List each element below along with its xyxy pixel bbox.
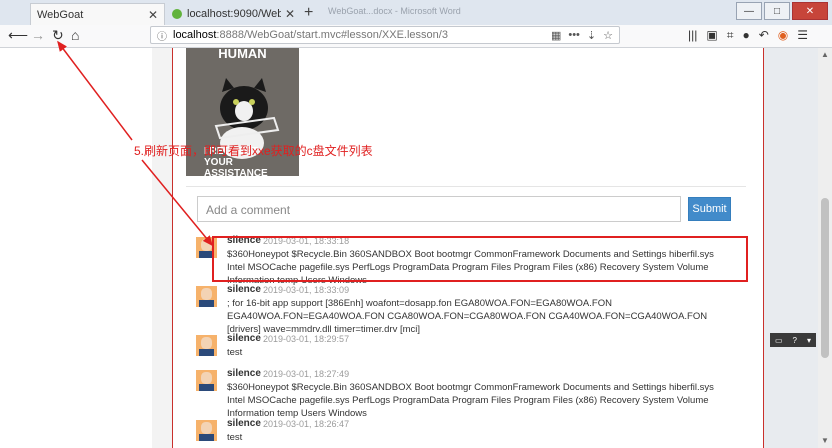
- url-path: :8888/WebGoat/start.mvc#lesson/XXE.lesso…: [216, 29, 448, 41]
- tab-label: localhost:9090/WebWolf/fro: [187, 8, 281, 20]
- tab-label: WebGoat: [37, 8, 84, 21]
- scrollbar-thumb[interactable]: [821, 198, 829, 358]
- page-scrollbar[interactable]: ▲ ▼: [818, 48, 832, 448]
- webwolf-favicon-icon: [172, 9, 182, 19]
- title-bar: WebGoat ✕ localhost:9090/WebWolf/fro ✕ +…: [0, 0, 832, 25]
- comment-date: 2019-03-01, 18:29:57: [263, 334, 350, 344]
- comment-user: silence: [227, 284, 261, 295]
- download-icon[interactable]: ⇣: [587, 29, 596, 42]
- submit-button[interactable]: Submit: [688, 197, 731, 221]
- library-icon[interactable]: |||: [688, 28, 697, 43]
- right-margin: [763, 48, 818, 448]
- address-bar[interactable]: ⓘ localhost :8888/WebGoat/start.mvc#less…: [150, 26, 620, 44]
- site-info-icon[interactable]: ⓘ: [157, 28, 167, 43]
- crop-icon[interactable]: ⌗: [727, 28, 734, 43]
- scroll-up-icon[interactable]: ▲: [821, 50, 829, 59]
- tab-close-icon[interactable]: ✕: [148, 8, 158, 22]
- back-icon[interactable]: ⟵: [8, 27, 28, 44]
- highlight-box: [212, 236, 748, 282]
- reload-icon[interactable]: ↻: [52, 27, 64, 44]
- tab-close-icon[interactable]: ✕: [285, 7, 295, 21]
- left-margin: [0, 48, 152, 448]
- chevron-down-icon[interactable]: ▾: [807, 336, 811, 345]
- comment-input[interactable]: Add a comment: [197, 196, 681, 222]
- comment-text: ; for 16-bit app support [386Enh] woafon…: [227, 298, 708, 335]
- page-actions-icon[interactable]: •••: [568, 29, 580, 42]
- avatar: [196, 335, 217, 356]
- comment-date: 2019-03-01, 18:33:09: [263, 285, 350, 295]
- comment-text: $360Honeypot $Recycle.Bin 360SANDBOX Boo…: [227, 382, 714, 419]
- bookmark-star-icon[interactable]: ☆: [603, 29, 613, 42]
- undo-icon[interactable]: ↶: [759, 28, 769, 43]
- extension-icon[interactable]: ◉: [778, 28, 788, 43]
- maximize-button[interactable]: □: [764, 2, 790, 20]
- annotation-text: 5.刷新页面，即可看到xxe获取的c盘文件列表: [134, 144, 373, 158]
- avatar: [196, 286, 217, 307]
- widget-icon: ▭: [774, 335, 783, 345]
- meme-top-text: HUMAN: [218, 48, 267, 61]
- window-controls: — □ ✕: [736, 2, 828, 20]
- url-host: localhost: [173, 29, 217, 41]
- help-icon[interactable]: ?: [793, 336, 797, 345]
- menu-icon[interactable]: ☰: [797, 28, 808, 43]
- tab-webgoat[interactable]: WebGoat ✕: [30, 3, 165, 25]
- qr-icon[interactable]: ▦: [551, 29, 561, 42]
- background-window-title: WebGoat...docx - Microsoft Word: [328, 6, 461, 16]
- comment-date: 2019-03-01, 18:27:49: [263, 369, 350, 379]
- comment-date: 2019-03-01, 18:26:47: [263, 419, 350, 429]
- nav-toolbar: ⟵ → ↻ ⌂ ⓘ localhost :8888/WebGoat/start.…: [0, 25, 832, 48]
- comment-text: test: [227, 347, 243, 358]
- home-icon[interactable]: ⌂: [71, 27, 79, 43]
- comment-user: silence: [227, 368, 261, 379]
- chat-icon[interactable]: ●: [742, 28, 749, 43]
- avatar: [196, 370, 217, 391]
- comment-text: test: [227, 432, 243, 443]
- sidebar-icon[interactable]: ▣: [706, 28, 717, 43]
- comment-user: silence: [227, 418, 261, 429]
- comment-user: silence: [227, 333, 261, 344]
- tab-webwolf[interactable]: localhost:9090/WebWolf/fro ✕: [166, 3, 301, 25]
- divider: [186, 186, 746, 187]
- forward-icon[interactable]: →: [31, 27, 45, 43]
- close-window-button[interactable]: ✕: [792, 2, 828, 20]
- avatar: [196, 420, 217, 441]
- scroll-down-icon[interactable]: ▼: [821, 436, 829, 445]
- floating-widget[interactable]: ▭ ? ▾: [770, 333, 816, 347]
- new-tab-button[interactable]: +: [304, 4, 313, 22]
- minimize-button[interactable]: —: [736, 2, 762, 20]
